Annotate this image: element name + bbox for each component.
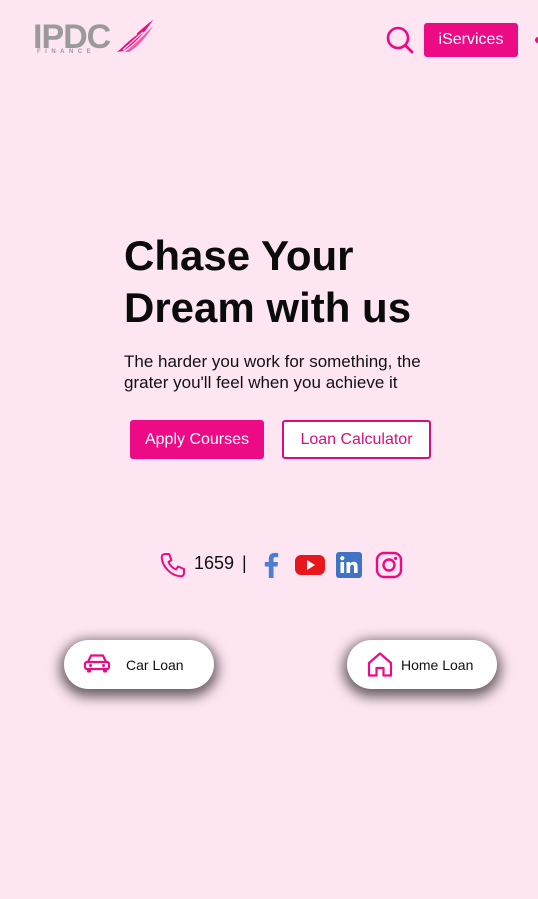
logo-swoosh-icon <box>117 20 153 52</box>
hero-title-line-1: Chase Your <box>124 232 354 279</box>
ipdc-logo[interactable]: IPDC FINANCE <box>33 18 158 60</box>
hero-subtitle-line-2: grater you'll feel when you achieve it <box>124 373 398 392</box>
home-icon <box>367 652 393 677</box>
iservices-button[interactable]: iServices <box>424 23 518 57</box>
instagram-icon[interactable] <box>375 551 403 579</box>
facebook-icon[interactable] <box>260 551 282 579</box>
apply-courses-button[interactable]: Apply Courses <box>130 420 264 459</box>
hero-subtitle-line-1: The harder you work for something, the <box>124 352 421 371</box>
site-header: IPDC FINANCE iServices <box>0 0 538 80</box>
search-icon[interactable] <box>386 26 414 54</box>
separator: | <box>242 553 247 573</box>
car-icon <box>83 654 111 673</box>
youtube-icon[interactable] <box>295 553 325 577</box>
home-loan-button[interactable]: Home Loan <box>347 640 497 689</box>
hero-subtitle: The harder you work for something, the g… <box>124 351 454 393</box>
home-loan-label: Home Loan <box>401 657 474 673</box>
car-loan-button[interactable]: Car Loan <box>64 640 214 689</box>
hero-title: Chase Your Dream with us <box>124 230 504 334</box>
phone-icon <box>160 553 185 578</box>
logo-subtext: FINANCE <box>37 49 96 55</box>
hero-title-line-2: Dream with us <box>124 284 412 331</box>
loan-calculator-button[interactable]: Loan Calculator <box>282 420 431 459</box>
phone-number[interactable]: 1659 <box>194 553 234 574</box>
linkedin-icon[interactable] <box>336 552 362 578</box>
car-loan-label: Car Loan <box>126 657 184 673</box>
